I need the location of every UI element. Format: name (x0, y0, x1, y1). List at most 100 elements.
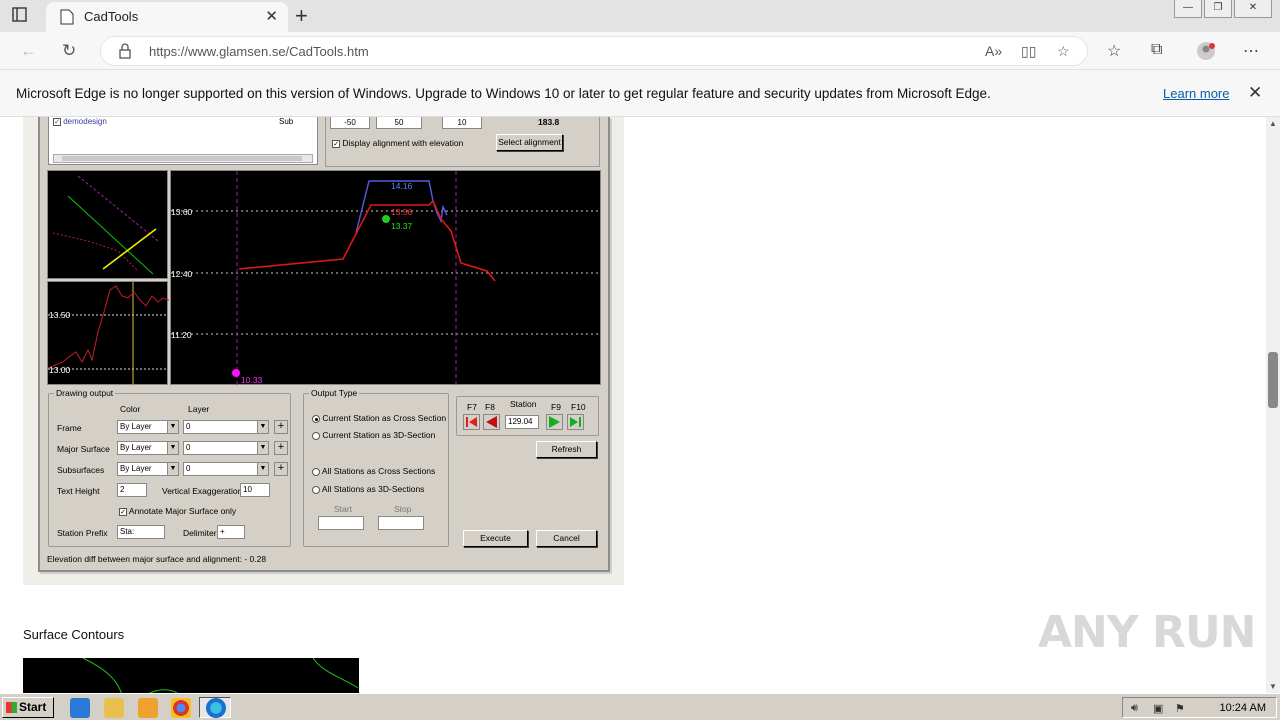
offset-right-field[interactable]: 50 (376, 117, 422, 129)
cancel-button[interactable]: Cancel (536, 530, 597, 547)
add-favorite-icon[interactable]: ☆ (1057, 43, 1070, 60)
next-station-button[interactable] (546, 414, 563, 430)
network-icon[interactable]: ▣ (1153, 702, 1163, 715)
layer-item[interactable]: ✓ demodesign (53, 117, 107, 126)
f10-label: F10 (571, 402, 586, 412)
radio-current-cross-section[interactable]: Current Station as Cross Section (312, 413, 446, 423)
select-alignment-button[interactable]: Select alignment (496, 134, 563, 151)
favorites-icon[interactable]: ☆ (1107, 41, 1121, 61)
read-aloud-icon[interactable]: A» (985, 43, 1002, 59)
frame-layer-select[interactable]: 0 ▼ (183, 420, 269, 434)
scroll-thumb[interactable] (1268, 352, 1278, 408)
volume-icon[interactable]: 🔊︎ (1131, 702, 1138, 715)
cross-section-view: 13.60 12.40 11.20 14.16 13.56 13.37 10.3… (170, 170, 602, 386)
edge-taskbar-button[interactable] (199, 697, 231, 718)
delimiter-input[interactable]: + (217, 525, 245, 539)
radio-current-3d-section[interactable]: Current Station as 3D-Section (312, 430, 435, 440)
address-bar[interactable]: https://www.glamsen.se/CadTools.htm A» ▯… (100, 36, 1088, 66)
f9-label: F9 (551, 402, 561, 412)
close-infobar-icon[interactable]: ✕ (1248, 83, 1262, 103)
alignment-panel: -50 50 10 183.8 ✓ Display alignment with… (325, 117, 600, 167)
tab-actions-icon[interactable] (12, 7, 28, 28)
learn-more-link[interactable]: Learn more (1163, 86, 1229, 101)
output-type-group: Output Type Current Station as Cross Sec… (303, 388, 449, 547)
infobar-message: Microsoft Edge is no longer supported on… (16, 86, 991, 101)
close-window-button[interactable]: ✕ (1234, 0, 1272, 18)
url-text: https://www.glamsen.se/CadTools.htm (149, 44, 369, 59)
system-tray: 🔊︎ ▣ ⚑ 10:24 AM (1122, 697, 1277, 718)
display-alignment-checkbox[interactable]: ✓ Display alignment with elevation (332, 138, 463, 148)
flag-icon[interactable]: ⚑ (1175, 702, 1185, 715)
major-surface-layer-select[interactable]: 0 ▼ (183, 441, 269, 455)
text-height-input[interactable]: 2 (117, 483, 147, 497)
immersive-reader-icon[interactable]: ▯▯ (1021, 43, 1036, 60)
page-scrollbar[interactable]: ▲ ▼ (1266, 117, 1280, 693)
back-icon[interactable]: ← (20, 41, 37, 61)
ie-icon[interactable] (70, 698, 90, 718)
f7-label: F7 (467, 402, 477, 412)
media-player-icon[interactable] (138, 698, 158, 718)
first-station-button[interactable] (463, 414, 480, 430)
tab-strip: CadTools ✕ + — ❐ ✕ (0, 0, 1280, 32)
frame-color-select[interactable]: By Layer ▼ (117, 420, 179, 434)
blue-elevation-label: 14.16 (391, 181, 413, 191)
interval-field[interactable]: 10 (442, 117, 482, 129)
previous-station-button[interactable] (483, 414, 500, 430)
delimiter-label: Delimiter (183, 528, 217, 538)
browser-tab[interactable]: CadTools ✕ (46, 2, 288, 32)
start-button[interactable]: Start (2, 697, 54, 718)
output-type-title: Output Type (309, 388, 360, 398)
start-input[interactable] (318, 516, 364, 530)
minimize-button[interactable]: — (1174, 0, 1202, 18)
page-icon (60, 9, 74, 30)
annotate-checkbox[interactable]: ✓ Annotate Major Surface only (119, 506, 236, 516)
refresh-icon[interactable]: ↻ (62, 41, 76, 61)
restore-button[interactable]: ❐ (1204, 0, 1232, 18)
major-surface-add-button[interactable]: + (274, 441, 288, 455)
subsurfaces-add-button[interactable]: + (274, 462, 288, 476)
radio-all-3d-sections[interactable]: All Stations as 3D-Sections (312, 484, 424, 494)
layer-header: Layer (188, 404, 210, 414)
station-prefix-label: Station Prefix (57, 528, 108, 538)
list-hscrollbar[interactable] (53, 154, 313, 163)
close-tab-icon[interactable]: ✕ (265, 7, 278, 25)
more-menu-icon[interactable]: ⋯ (1243, 41, 1259, 61)
folder-icon[interactable] (104, 698, 124, 718)
red-elevation-label: 13.56 (391, 207, 413, 217)
subsurfaces-label: Subsurfaces (57, 465, 105, 475)
y-label-1: 13.60 (171, 207, 193, 217)
new-tab-button[interactable]: + (295, 3, 308, 29)
layer-list[interactable]: ✓ demodesign Sub (48, 117, 318, 165)
length-value: 183.8 (538, 117, 560, 127)
y-label-3: 11.20 (171, 330, 192, 340)
vertical-exaggeration-input[interactable]: 10 (240, 483, 270, 497)
radio-all-cross-sections[interactable]: All Stations as Cross Sections (312, 466, 435, 476)
status-text: Elevation diff between major surface and… (47, 554, 267, 564)
green-elevation-label: 13.37 (391, 221, 413, 231)
collections-icon[interactable]: ⧉ (1151, 41, 1162, 59)
station-input[interactable]: 129.04 (505, 415, 539, 429)
offset-left-field[interactable]: -50 (330, 117, 370, 129)
execute-button[interactable]: Execute (463, 530, 528, 547)
last-station-button[interactable] (567, 414, 584, 430)
station-prefix-input[interactable]: Sta: (117, 525, 165, 539)
scroll-up-icon[interactable]: ▲ (1269, 119, 1277, 128)
chrome-icon[interactable] (171, 698, 191, 718)
text-height-label: Text Height (57, 486, 100, 496)
subsurfaces-color-select[interactable]: By Layer ▼ (117, 462, 179, 476)
refresh-button[interactable]: Refresh (536, 441, 597, 458)
major-surface-color-select[interactable]: By Layer ▼ (117, 441, 179, 455)
drawing-output-title: Drawing output (54, 388, 116, 398)
subsurfaces-layer-select[interactable]: 0 ▼ (183, 462, 269, 476)
unsupported-infobar: Microsoft Edge is no longer supported on… (0, 70, 1280, 117)
taskbar: Start 🔊︎ ▣ ⚑ 10:24 AM (0, 693, 1280, 720)
station-group: F7 F8 Station F9 F10 129.04 (456, 396, 599, 436)
color-header: Color (120, 404, 141, 414)
profile-mini-view: 13.50 13.00 (47, 281, 170, 386)
magenta-elevation-label: 10.33 (241, 375, 263, 385)
major-surface-label: Major Surface (57, 444, 110, 454)
frame-add-button[interactable]: + (274, 420, 288, 434)
stop-input[interactable] (378, 516, 424, 530)
profile-avatar[interactable] (1196, 41, 1216, 66)
scroll-down-icon[interactable]: ▼ (1269, 682, 1277, 691)
